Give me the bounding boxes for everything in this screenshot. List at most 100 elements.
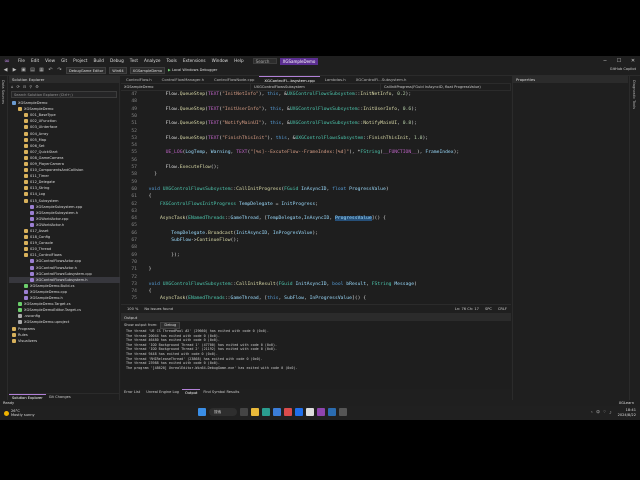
tree-item[interactable]: Visualizers [9, 338, 120, 344]
sync-icon[interactable]: ⟳ [17, 84, 20, 89]
data-sources-tab[interactable]: Data Sources [1, 80, 5, 104]
issues-indicator[interactable]: No issues found [144, 305, 173, 312]
code-text: } [154, 172, 158, 178]
tray-arrow-icon[interactable]: ⌃ [590, 411, 593, 415]
file-icon [30, 204, 34, 209]
run-debugger-button[interactable]: ▶ Local Windows Debugger [168, 67, 217, 74]
file-icon [18, 107, 22, 112]
line-number: 48 [131, 99, 137, 105]
line-ending[interactable]: CRLF [498, 305, 507, 312]
solution-tree: XGSampleDemo XGSampleDemo 001_BaseType 002_… [9, 100, 120, 344]
weather-widget[interactable]: 26°C Mostly sunny [4, 409, 35, 417]
editor-tab[interactable]: ControlFlowManager.h [157, 76, 209, 83]
tab-output[interactable]: Output [181, 389, 201, 396]
startup-project-dropdown[interactable]: XGSampleDemo [129, 67, 166, 74]
language-indicator[interactable]: 中 [596, 410, 600, 415]
menu-item-window[interactable]: Window [209, 56, 232, 66]
code-area[interactable]: 47 Flow.QueueStep(TEXT("InitNetInfo"), t… [121, 92, 511, 304]
menu-item-file[interactable]: File [15, 56, 28, 66]
app-blue-icon[interactable] [295, 408, 303, 416]
back-icon[interactable]: ◀ [2, 67, 9, 74]
zoom-level[interactable]: 100 % [127, 305, 138, 312]
menu-item-test[interactable]: Test [127, 56, 141, 66]
clock[interactable]: 18:41 2024/8/22 [615, 408, 636, 417]
collapse-all-icon[interactable]: ⊟ [23, 84, 26, 89]
file-icon [24, 253, 28, 258]
menu-item-debug[interactable]: Debug [107, 56, 127, 66]
file-icon [24, 125, 28, 130]
edge-browser-icon[interactable] [262, 408, 270, 416]
file-explorer-icon[interactable] [251, 408, 259, 416]
forward-icon[interactable]: ▶ [11, 67, 18, 74]
minimize-icon[interactable]: ─ [598, 56, 612, 66]
editor-tab[interactable]: Lambdas.h [320, 76, 351, 83]
copilot-label[interactable]: GitHub Copilot [610, 67, 636, 71]
maximize-icon[interactable]: ☐ [612, 56, 626, 66]
file-icon [24, 155, 28, 160]
weather-text: 26°C Mostly sunny [11, 409, 35, 417]
tree-item-label: Visualizers [18, 338, 38, 343]
tree-item-label: 002_UFunction [30, 119, 57, 124]
settings-icon[interactable]: ⚙ [35, 84, 39, 89]
windows-start-icon[interactable] [198, 408, 206, 416]
task-view-icon[interactable] [240, 408, 248, 416]
code-line: 56 [121, 158, 143, 164]
output-source-dropdown[interactable]: Debug [160, 321, 181, 329]
editor-tab[interactable]: XGControlFl...Subsystem.h [351, 76, 412, 83]
file-icon [24, 289, 28, 294]
line-number: 50 [131, 113, 137, 119]
nav-dropdown[interactable]: CallInitProgress(FGuid InAsyncID, float … [381, 84, 511, 90]
code-line: 59 [121, 180, 143, 186]
open-folder-icon[interactable]: ▤ [29, 67, 36, 74]
tab-unreal-engine-log[interactable]: Unreal Engine Log [143, 389, 182, 396]
platform-dropdown[interactable]: Win64 [109, 67, 127, 74]
app-red-icon[interactable] [284, 408, 292, 416]
editor-tab[interactable]: ControlFlowNode.cpp [209, 76, 259, 83]
menu-item-build[interactable]: Build [90, 56, 107, 66]
editor-tab[interactable]: ControlFlow.h [121, 76, 157, 83]
line-number: 61 [131, 194, 137, 200]
file-icon [24, 283, 28, 288]
filter-icon[interactable]: ⚲ [29, 84, 32, 89]
menu-item-tools[interactable]: Tools [164, 56, 180, 66]
file-icon [30, 216, 34, 221]
code-line: 53 Flow.QueueStep(TEXT("FinishThisInit")… [121, 136, 428, 142]
unreal-editor-icon[interactable] [306, 408, 314, 416]
nav-dropdown[interactable]: UXGControlFlowsSubsystem [251, 84, 381, 90]
tree-item-label: XGSampleDemo [18, 101, 48, 106]
menu-item-view[interactable]: View [42, 56, 58, 66]
volume-icon[interactable]: ♪ [609, 411, 611, 415]
taskbar-search[interactable]: 搜索 [209, 408, 237, 416]
save-icon[interactable]: ▦ [38, 67, 45, 74]
diagnostic-tools-tab[interactable]: Diagnostic Tools [632, 80, 636, 109]
configuration-dropdown[interactable]: DebugGame Editor [66, 67, 107, 74]
search-box[interactable]: Search [252, 58, 277, 64]
network-icon[interactable]: ⌔ [603, 410, 606, 415]
new-file-icon[interactable]: ▣ [20, 67, 27, 74]
app-dark-blue-icon[interactable] [328, 408, 336, 416]
editor-tab[interactable]: XGControlFl...bsystem.cpp [259, 76, 320, 83]
tab-error-list[interactable]: Error List [121, 389, 143, 396]
home-icon[interactable]: ⌂ [11, 84, 14, 89]
visual-studio-taskbar-icon[interactable] [317, 408, 325, 416]
store-icon[interactable] [273, 408, 281, 416]
menu-item-edit[interactable]: Edit [28, 56, 42, 66]
menu-item-analyze[interactable]: Analyze [141, 56, 164, 66]
undo-icon[interactable]: ↶ [47, 67, 54, 74]
close-icon[interactable]: ✕ [626, 56, 640, 66]
clock-time: 18:41 [625, 408, 636, 412]
indent-mode[interactable]: SPC [485, 305, 492, 312]
menu-item-git[interactable]: Git [58, 56, 70, 66]
nav-dropdown[interactable]: XGSampleDemo [121, 84, 251, 90]
app-gray-icon[interactable] [339, 408, 347, 416]
file-icon [18, 314, 22, 319]
menu-item-project[interactable]: Project [70, 56, 90, 66]
solution-search-input[interactable]: Search Solution Explorer (Ctrl+;) [11, 91, 117, 98]
tree-item-label: XGControlFlowsActor.cpp [36, 259, 82, 264]
code-text: }); [171, 252, 180, 258]
tab-find-symbol-results[interactable]: Find Symbol Results [200, 389, 242, 396]
menu-item-extensions[interactable]: Extensions [180, 56, 209, 66]
solution-explorer-toolbar: ⌂ ⟳ ⊟ ⚲ ⚙ [9, 83, 119, 90]
redo-icon[interactable]: ↷ [56, 67, 63, 74]
menu-item-help[interactable]: Help [231, 56, 247, 66]
